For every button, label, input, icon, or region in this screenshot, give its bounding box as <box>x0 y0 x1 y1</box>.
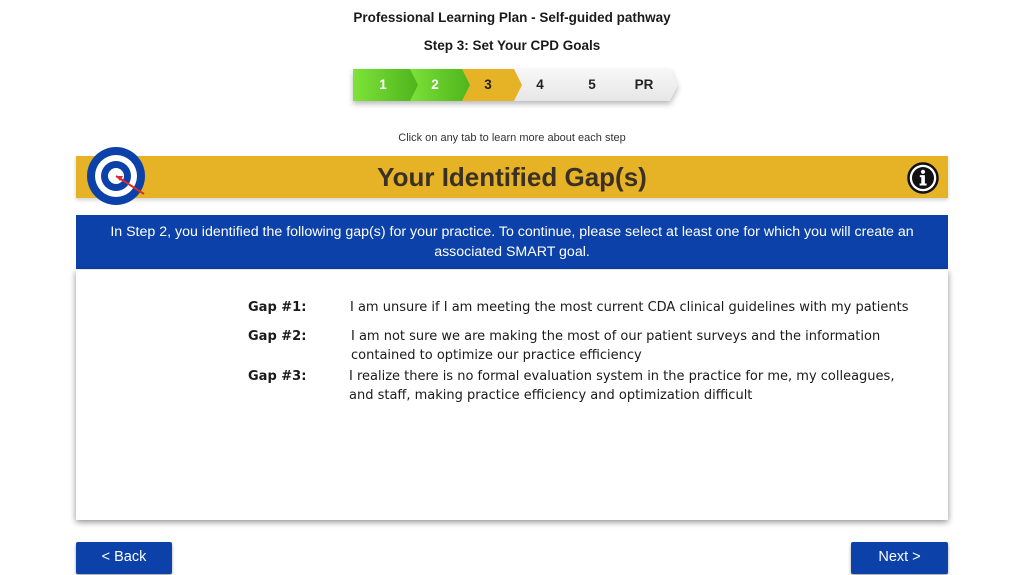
info-icon[interactable] <box>907 162 939 194</box>
gap-1-text[interactable]: I am unsure if I am meeting the most cur… <box>350 298 930 317</box>
step-tab-4[interactable]: 4 <box>520 69 560 101</box>
back-button[interactable]: < Back <box>76 542 172 574</box>
next-button[interactable]: Next > <box>851 542 948 574</box>
gap-3-text[interactable]: I realize there is no formal evaluation … <box>349 367 909 405</box>
instructions-box: In Step 2, you identified the following … <box>76 215 948 269</box>
step-progress-bar: 1 2 3 4 5 PR <box>353 69 678 101</box>
step-tab-pr[interactable]: PR <box>624 69 664 101</box>
step-tab-5[interactable]: 5 <box>572 69 612 101</box>
target-icon <box>87 147 145 205</box>
step-tab-1[interactable]: 1 <box>363 69 403 101</box>
stepper-hint: Click on any tab to learn more about eac… <box>398 132 626 144</box>
page-title: Professional Learning Plan - Self-guided… <box>353 10 671 25</box>
step-subtitle: Step 3: Set Your CPD Goals <box>423 38 601 53</box>
section-title: Your Identified Gap(s) <box>377 162 647 192</box>
gap-2-label: Gap #2: <box>248 329 307 344</box>
gap-1-label: Gap #1: <box>248 300 307 315</box>
gap-3-label: Gap #3: <box>248 369 307 384</box>
section-banner: Your Identified Gap(s) <box>76 156 948 198</box>
step-tab-2[interactable]: 2 <box>415 69 455 101</box>
step-tab-3[interactable]: 3 <box>468 69 508 101</box>
gap-2-text[interactable]: I am not sure we are making the most of … <box>351 327 911 365</box>
